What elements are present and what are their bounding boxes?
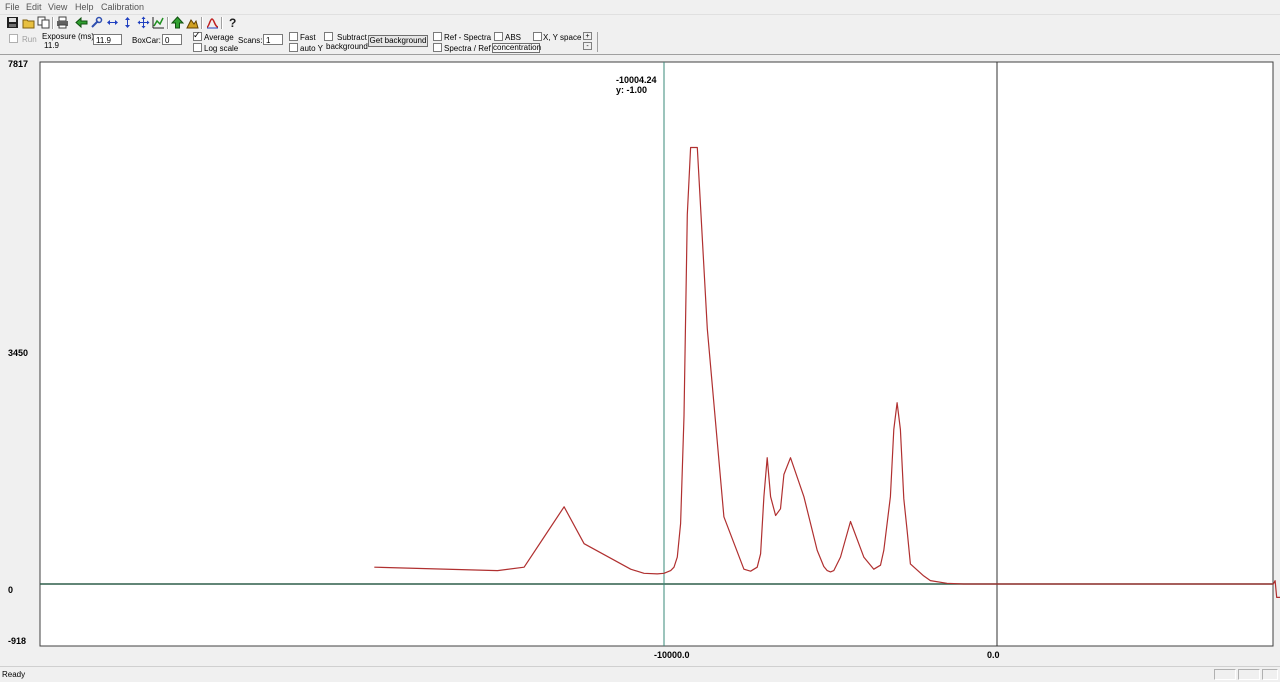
up-arrow-icon[interactable] (171, 16, 184, 29)
exposure-input[interactable]: 11.9 (93, 34, 122, 45)
average-label: Average (204, 33, 234, 42)
open-icon[interactable] (22, 16, 35, 29)
concentration-button[interactable]: concentration (492, 43, 541, 53)
scans-label: Scans: (238, 36, 263, 45)
copy-icon[interactable] (37, 16, 50, 29)
toolbar: ? (0, 14, 1280, 31)
menu-edit[interactable]: Edit (26, 2, 42, 12)
cursor-y-readout: y: -1.00 (616, 85, 648, 95)
status-bar: Ready (0, 666, 1280, 682)
vertical-arrows-icon[interactable] (121, 16, 134, 29)
scans-input[interactable]: 1 (263, 34, 283, 45)
auto-y-label: auto Y (300, 44, 323, 53)
average-checkbox[interactable] (193, 30, 202, 41)
mountain-icon[interactable] (186, 16, 199, 29)
get-background-button[interactable]: Get background (368, 35, 428, 47)
menu-help[interactable]: Help (75, 2, 94, 12)
subtract-background-checkbox[interactable] (324, 32, 333, 41)
background-label: background (326, 42, 368, 51)
help-icon[interactable]: ? (226, 16, 239, 29)
back-icon[interactable] (75, 16, 88, 29)
x-tick-label: -10000.0 (654, 650, 690, 660)
wrench-icon[interactable] (90, 16, 103, 29)
boxcar-input[interactable]: 0 (162, 34, 182, 45)
exposure-readout: 11.9 (44, 41, 59, 50)
status-pane (1214, 669, 1236, 680)
subtract-label: Subtract (337, 33, 367, 42)
xy-space-label: X, Y space (543, 33, 582, 42)
run-label: Run (22, 35, 37, 44)
chart-icon[interactable] (152, 16, 165, 29)
cursor-readout: -10004.24 y: -1.00 (616, 75, 657, 95)
cursor-x-readout: -10004.24 (616, 75, 657, 85)
ref-spectra-label: Ref - Spectra (444, 33, 492, 42)
control-panel: Run Exposure (ms): 11.9 11.9 BoxCar: 0 A… (0, 30, 1280, 55)
exposure-label: Exposure (ms): (42, 32, 97, 41)
xy-space-checkbox[interactable] (533, 32, 542, 41)
fast-checkbox[interactable] (289, 32, 298, 41)
menu-calibration[interactable]: Calibration (101, 2, 144, 12)
spin-down-button[interactable]: - (583, 42, 592, 50)
spin-up-button[interactable]: + (583, 32, 592, 40)
ref-spectra-checkbox[interactable] (433, 32, 442, 41)
print-icon[interactable] (56, 16, 69, 29)
menu-bar: File Edit View Help Calibration (0, 0, 1280, 14)
status-text: Ready (2, 670, 26, 679)
spectrum-plot[interactable] (0, 55, 1280, 666)
boxcar-label: BoxCar: (132, 36, 161, 45)
spectrum-icon[interactable] (206, 16, 219, 29)
log-scale-label: Log scale (204, 44, 239, 53)
log-scale-checkbox[interactable] (193, 43, 202, 52)
move-icon[interactable] (137, 16, 150, 29)
save-icon[interactable] (6, 16, 19, 29)
horizontal-arrows-icon[interactable] (106, 16, 119, 29)
plot-area (39, 61, 1274, 647)
spectra-ref-label: Spectra / Ref (444, 44, 491, 53)
status-pane (1262, 669, 1278, 680)
status-pane (1238, 669, 1260, 680)
svg-text:?: ? (229, 16, 236, 29)
run-checkbox[interactable] (9, 34, 18, 43)
menu-view[interactable]: View (48, 2, 67, 12)
abs-label: ABS (505, 33, 522, 42)
fast-label: Fast (300, 33, 316, 42)
menu-file[interactable]: File (5, 2, 20, 12)
spectra-ref-checkbox[interactable] (433, 43, 442, 52)
auto-y-checkbox[interactable] (289, 43, 298, 52)
x-tick-label: 0.0 (987, 650, 1000, 660)
abs-checkbox[interactable] (494, 32, 503, 41)
